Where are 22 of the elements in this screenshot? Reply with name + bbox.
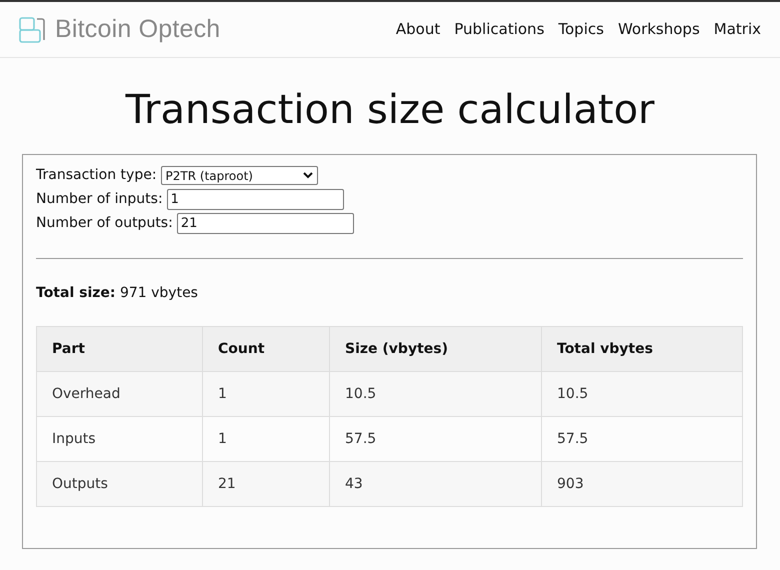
total-size-text: Total size: 971 vbytes	[36, 284, 199, 303]
nav-link[interactable]: Matrix	[714, 18, 761, 41]
field-label: Transaction type:	[36, 166, 157, 185]
table-cell: 21	[202, 462, 330, 506]
nav-link[interactable]: About	[396, 18, 440, 41]
table-cell: Outputs	[36, 462, 202, 506]
field-label: Number of outputs:	[36, 214, 173, 233]
column-header: Size (vbytes)	[330, 326, 542, 372]
transaction-type-dropdown[interactable]: P2TR (taproot)	[160, 166, 318, 185]
nav-link[interactable]: Topics	[558, 18, 604, 41]
column-header: Total vbytes	[542, 326, 742, 372]
logo-icon	[19, 16, 45, 42]
number-input-field[interactable]: 21	[176, 213, 354, 234]
nav-link[interactable]: Workshops	[618, 18, 700, 41]
nav-link[interactable]: Publications	[454, 18, 544, 41]
table-cell: 903	[542, 462, 742, 506]
column-header: Part	[36, 326, 202, 372]
number-input-field[interactable]: 1	[166, 189, 344, 210]
table-cell: 43	[330, 462, 542, 506]
page-title: Transaction size calculator	[124, 86, 656, 134]
field-label: Number of inputs:	[36, 190, 163, 209]
chevron-down-icon	[302, 172, 313, 179]
